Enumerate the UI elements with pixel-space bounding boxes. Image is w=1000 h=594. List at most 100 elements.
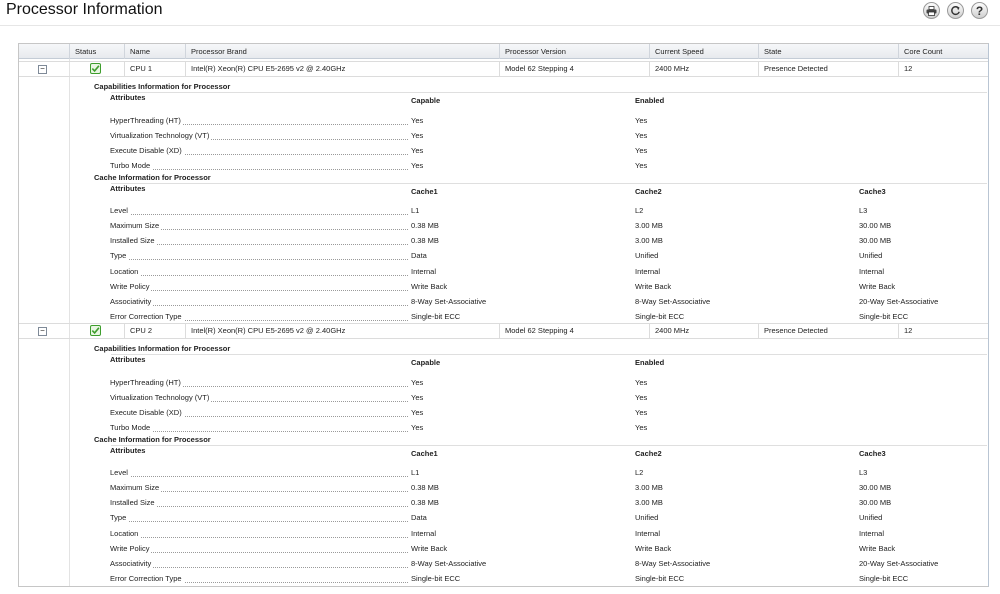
column-status[interactable]: Status bbox=[69, 44, 124, 59]
cache1-value: Single-bit ECC bbox=[411, 312, 461, 321]
cache2-value: 3.00 MB bbox=[635, 236, 663, 245]
column-state[interactable]: State bbox=[758, 44, 898, 59]
print-icon bbox=[926, 5, 937, 16]
capable-value: Yes bbox=[411, 378, 424, 387]
enabled-value: Yes bbox=[635, 423, 648, 432]
cache-attribute-label: Maximum Size bbox=[110, 221, 162, 230]
cache-attribute-label: Associativity bbox=[110, 559, 154, 568]
capability-label: Turbo Mode bbox=[110, 423, 153, 432]
current-speed: 2400 MHz bbox=[649, 324, 758, 338]
cache3-value: 30.00 MB bbox=[859, 221, 892, 230]
capable-value: Yes bbox=[411, 408, 424, 417]
capabilities-section-title: Capabilities Information for Processor bbox=[94, 82, 231, 91]
section-divider bbox=[111, 354, 987, 355]
leader-dots bbox=[110, 476, 408, 477]
leader-dots bbox=[110, 259, 408, 260]
cache2-header: Cache2 bbox=[635, 187, 662, 196]
cache1-header: Cache1 bbox=[411, 449, 438, 458]
cache3-value: 30.00 MB bbox=[859, 483, 892, 492]
cache-attribute-label: Write Policy bbox=[110, 282, 152, 291]
capability-label: HyperThreading (HT) bbox=[110, 116, 183, 125]
cache2-value: Unified bbox=[635, 251, 659, 260]
cache-attribute-label: Level bbox=[110, 468, 130, 477]
leader-dots bbox=[110, 305, 408, 306]
cache2-value: Write Back bbox=[635, 544, 672, 553]
enabled-value: Yes bbox=[635, 161, 648, 170]
cache-attribute-label: Associativity bbox=[110, 297, 154, 306]
collapse-toggle-icon[interactable]: − bbox=[38, 65, 47, 74]
cache1-value: 8-Way Set-Associative bbox=[411, 559, 487, 568]
cache3-header: Cache3 bbox=[859, 187, 886, 196]
enabled-value: Yes bbox=[635, 116, 648, 125]
page-title: Processor Information bbox=[6, 1, 163, 18]
refresh-icon bbox=[951, 6, 960, 16]
collapse-toggle-icon[interactable]: − bbox=[38, 327, 47, 336]
capable-value: Yes bbox=[411, 393, 424, 402]
cache3-value: L3 bbox=[859, 206, 868, 215]
cache2-value: Unified bbox=[635, 513, 659, 522]
cache3-value: 30.00 MB bbox=[859, 236, 892, 245]
cache3-value: 20-Way Set-Associative bbox=[859, 297, 939, 306]
cache-section-title: Cache Information for Processor bbox=[94, 435, 211, 444]
cache2-value: Single-bit ECC bbox=[635, 574, 685, 583]
cache3-value: 20-Way Set-Associative bbox=[859, 559, 939, 568]
cache2-value: 3.00 MB bbox=[635, 498, 663, 507]
cache2-value: L2 bbox=[635, 206, 644, 215]
processor-name: CPU 1 bbox=[124, 62, 185, 76]
processor-row[interactable]: − CPU 2 Intel(R) Xeon(R) CPU E5-2695 v2 … bbox=[19, 323, 988, 339]
processor-brand: Intel(R) Xeon(R) CPU E5-2695 v2 @ 2.40GH… bbox=[185, 324, 499, 338]
cache1-value: Write Back bbox=[411, 282, 448, 291]
cache1-value: 0.38 MB bbox=[411, 221, 439, 230]
cache3-value: Single-bit ECC bbox=[859, 312, 909, 321]
leader-dots bbox=[110, 169, 408, 170]
cache1-value: 0.38 MB bbox=[411, 236, 439, 245]
cache3-value: Write Back bbox=[859, 282, 896, 291]
cache3-header: Cache3 bbox=[859, 449, 886, 458]
capability-label: HyperThreading (HT) bbox=[110, 378, 183, 387]
capable-value: Yes bbox=[411, 423, 424, 432]
cache2-value: L2 bbox=[635, 468, 644, 477]
print-button[interactable] bbox=[923, 2, 940, 19]
processor-information-page: Processor Information ? Status Name Proc… bbox=[0, 0, 1000, 594]
cache2-value: Write Back bbox=[635, 282, 672, 291]
enabled-value: Yes bbox=[635, 378, 648, 387]
cache1-value: 0.38 MB bbox=[411, 483, 439, 492]
processor-row[interactable]: − CPU 1 Intel(R) Xeon(R) CPU E5-2695 v2 … bbox=[19, 61, 988, 77]
cache-attribute-label: Maximum Size bbox=[110, 483, 162, 492]
capability-label: Virtualization Technology (VT) bbox=[110, 131, 212, 140]
help-button[interactable]: ? bbox=[971, 2, 988, 19]
enabled-value: Yes bbox=[635, 408, 648, 417]
cache3-value: Internal bbox=[859, 529, 885, 538]
current-speed: 2400 MHz bbox=[649, 62, 758, 76]
enabled-value: Yes bbox=[635, 146, 648, 155]
cache-attribute-label: Type bbox=[110, 251, 129, 260]
cache1-value: Data bbox=[411, 251, 427, 260]
cache1-value: L1 bbox=[411, 206, 420, 215]
column-current-speed[interactable]: Current Speed bbox=[649, 44, 758, 59]
cache1-value: Internal bbox=[411, 529, 437, 538]
cache-attribute-label: Installed Size bbox=[110, 498, 157, 507]
cache3-value: Internal bbox=[859, 267, 885, 276]
capability-label: Virtualization Technology (VT) bbox=[110, 393, 212, 402]
section-divider bbox=[111, 445, 987, 446]
processor-name: CPU 2 bbox=[124, 324, 185, 338]
refresh-button[interactable] bbox=[947, 2, 964, 19]
cache-attribute-label: Installed Size bbox=[110, 236, 157, 245]
enabled-value: Yes bbox=[635, 393, 648, 402]
column-core-count[interactable]: Core Count bbox=[898, 44, 988, 59]
leader-dots bbox=[110, 537, 408, 538]
column-name[interactable]: Name bbox=[124, 44, 185, 59]
column-processor-brand[interactable]: Processor Brand bbox=[185, 44, 499, 59]
enabled-header: Enabled bbox=[635, 96, 665, 105]
capability-label: Execute Disable (XD) bbox=[110, 146, 184, 155]
capable-header: Capable bbox=[411, 358, 441, 367]
processor-brand: Intel(R) Xeon(R) CPU E5-2695 v2 @ 2.40GH… bbox=[185, 62, 499, 76]
cache-attribute-label: Error Correction Type bbox=[110, 574, 184, 583]
cache1-value: Data bbox=[411, 513, 427, 522]
processor-version: Model 62 Stepping 4 bbox=[499, 62, 649, 76]
cache2-value: 3.00 MB bbox=[635, 483, 663, 492]
title-divider bbox=[0, 25, 1000, 26]
cache3-value: Single-bit ECC bbox=[859, 574, 909, 583]
table-header: Status Name Processor Brand Processor Ve… bbox=[19, 44, 988, 59]
column-processor-version[interactable]: Processor Version bbox=[499, 44, 649, 59]
